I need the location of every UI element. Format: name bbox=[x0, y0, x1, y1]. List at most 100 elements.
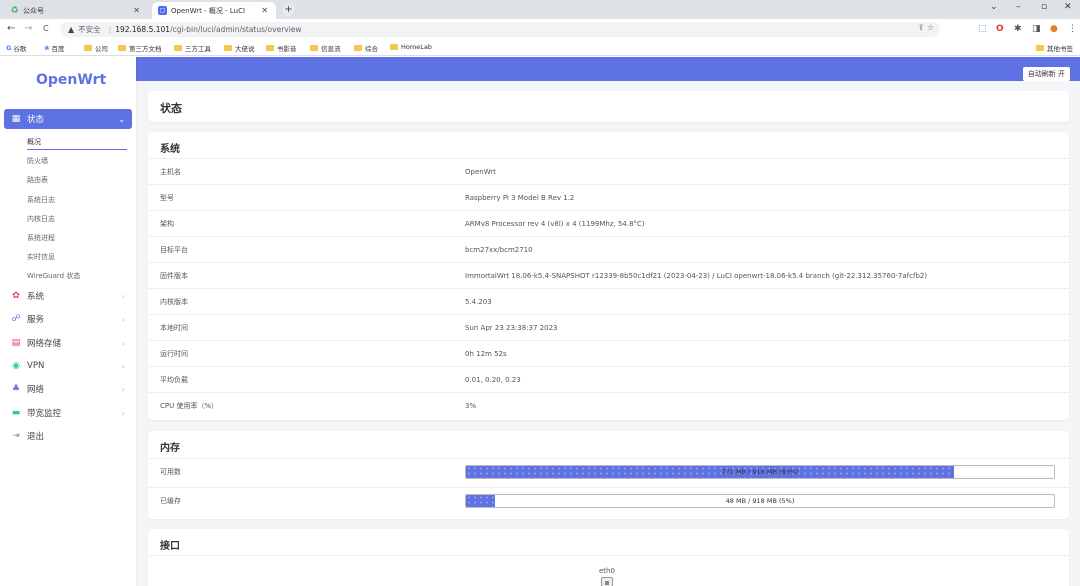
sidebar-subitem-routes[interactable]: 路由表 bbox=[27, 175, 48, 185]
bookmark-label: 综合 bbox=[365, 45, 378, 53]
bookmark-folder[interactable]: 大佬说 bbox=[224, 43, 255, 53]
row-key: 主机名 bbox=[160, 167, 181, 176]
new-tab-button[interactable]: + bbox=[282, 3, 295, 16]
bookmark-folder[interactable]: HomeLab bbox=[390, 43, 432, 51]
bookmark-folder[interactable]: 三方工具 bbox=[174, 43, 211, 53]
port-eth0[interactable]: eth0 bbox=[599, 567, 615, 586]
sidebar-item-logout[interactable]: ⇥ 退出 bbox=[4, 426, 132, 446]
network-icon: ♣ bbox=[11, 384, 21, 394]
sidebar-item-label: 网络 bbox=[27, 385, 45, 395]
services-icon: ☍ bbox=[11, 314, 21, 324]
extensions-icon[interactable]: ✱ bbox=[1014, 24, 1022, 34]
page-title-card: 状态 bbox=[148, 91, 1069, 122]
sidebar-subitem-processes[interactable]: 系统进程 bbox=[27, 233, 55, 243]
sidebar-item-label: 服务 bbox=[27, 315, 45, 325]
bookmark-folder[interactable]: 信息流 bbox=[310, 43, 341, 53]
chevron-right-icon: › bbox=[121, 408, 125, 418]
sidebar-item-vpn[interactable]: ◉ VPN › bbox=[4, 356, 132, 376]
sidebar-item-label: 带宽监控 bbox=[27, 409, 62, 419]
baidu-icon: ❀ bbox=[44, 44, 50, 52]
sidebar-item-status[interactable]: ▦ 状态 ⌄ bbox=[4, 109, 132, 129]
browser-tab-wechat[interactable]: ♻ 公众号 ✕ bbox=[4, 2, 148, 19]
reload-icon[interactable]: C bbox=[43, 24, 49, 33]
chevron-right-icon: › bbox=[121, 291, 125, 301]
browser-tab-bar: ♻ 公众号 ✕ ▢ OpenWrt - 概况 - LuCI ✕ + ⌄ – ▫ … bbox=[0, 0, 1080, 19]
gear-icon: ✿ bbox=[12, 291, 20, 301]
translate-icon[interactable]: ⬚ bbox=[978, 24, 987, 34]
bookmark-folder[interactable]: 公司 bbox=[84, 43, 108, 53]
bookmark-baidu[interactable]: ❀ 百度 bbox=[44, 43, 64, 53]
sidebar-item-bandwidth[interactable]: ▬ 带宽监控 › bbox=[4, 403, 132, 423]
bookmark-folder[interactable]: 书影音 bbox=[266, 43, 297, 53]
table-row: CPU 使用率（%） 3% bbox=[148, 392, 1069, 418]
sidebar-subitem-wireguard[interactable]: WireGuard 状态 bbox=[27, 271, 80, 281]
row-key: 平均负载 bbox=[160, 375, 188, 384]
bookmark-label: 谷歌 bbox=[13, 45, 27, 53]
table-row: 主机名 OpenWrt bbox=[148, 158, 1069, 184]
folder-icon bbox=[266, 45, 274, 51]
url-input[interactable]: ▲ 不安全 | 192.168.5.101 /cgi-bin/luci/admi… bbox=[60, 22, 940, 37]
progress-label: 48 MB / 918 MB (5%) bbox=[725, 497, 795, 505]
back-icon[interactable]: ← bbox=[7, 23, 15, 34]
openwrt-logo[interactable]: OpenWrt bbox=[36, 72, 106, 88]
storage-icon: ▤ bbox=[11, 338, 21, 348]
row-value: Sun Apr 23 23:38:37 2023 bbox=[465, 323, 558, 332]
active-underline bbox=[27, 149, 127, 150]
share-star-icons[interactable]: ⇪ ☆ bbox=[918, 23, 934, 32]
bookmark-label: 大佬说 bbox=[235, 45, 255, 53]
sidebar-item-services[interactable]: ☍ 服务 › bbox=[4, 309, 132, 329]
top-header: 自动刷新 开 bbox=[136, 57, 1080, 81]
folder-icon bbox=[390, 44, 398, 50]
menu-icon[interactable]: ⋮ bbox=[1068, 24, 1077, 34]
sidebar-item-system[interactable]: ✿ 系统 › bbox=[4, 286, 132, 306]
bookmark-folder[interactable]: 综合 bbox=[354, 43, 378, 53]
forward-icon[interactable]: → bbox=[24, 23, 32, 34]
browser-tab-openwrt[interactable]: ▢ OpenWrt - 概况 - LuCI ✕ bbox=[152, 2, 276, 19]
row-value: 0.01, 0.20, 0.23 bbox=[465, 375, 521, 384]
progress-label: 771 MB / 918 MB (83%) bbox=[721, 468, 799, 476]
table-row: 目标平台 bcm27xx/bcm2710 bbox=[148, 236, 1069, 262]
minimize-icon[interactable]: – bbox=[1016, 2, 1021, 12]
bookmark-other[interactable]: 其他书签 bbox=[1036, 43, 1073, 53]
table-row: 内核版本 5.4.203 bbox=[148, 288, 1069, 314]
wechat-icon: ♻ bbox=[10, 5, 19, 16]
warning-icon: ▲ bbox=[68, 25, 75, 34]
profile-icon[interactable]: ● bbox=[1050, 24, 1058, 34]
bookmark-label: 公司 bbox=[95, 45, 108, 53]
row-value: bcm27xx/bcm2710 bbox=[465, 245, 533, 254]
ethernet-port-icon bbox=[600, 577, 613, 586]
row-value: 0h 12m 52s bbox=[465, 349, 507, 358]
page-title: 状态 bbox=[160, 102, 182, 115]
url-host: 192.168.5.101 bbox=[115, 25, 171, 34]
sidebar-item-nas[interactable]: ▤ 网络存储 › bbox=[4, 333, 132, 353]
auto-refresh-button[interactable]: 自动刷新 开 bbox=[1022, 67, 1070, 81]
row-value: ImmortalWrt 18.06-k5.4-SNAPSHOT r12339-8… bbox=[465, 271, 928, 280]
sidebar-item-label: 退出 bbox=[27, 432, 45, 442]
progress-bar: 48 MB / 918 MB (5%) bbox=[465, 494, 1055, 508]
sidepanel-icon[interactable]: ◨ bbox=[1032, 24, 1041, 34]
sidebar-item-network[interactable]: ♣ 网络 › bbox=[4, 379, 132, 399]
sidebar: OpenWrt ▦ 状态 ⌄ 概况 防火墙 路由表 系统日志 内核日志 系统进程… bbox=[0, 57, 136, 586]
chevron-right-icon: › bbox=[121, 314, 125, 324]
row-value: OpenWrt bbox=[465, 167, 496, 176]
bookmark-folder[interactable]: 第三方文档 bbox=[118, 43, 162, 53]
opera-icon[interactable]: O bbox=[996, 24, 1004, 34]
window-close-icon[interactable]: ✕ bbox=[1064, 2, 1072, 12]
bookmark-google[interactable]: G 谷歌 bbox=[6, 43, 26, 53]
sidebar-subitem-overview[interactable]: 概况 bbox=[27, 137, 41, 147]
luci-icon: ▢ bbox=[158, 6, 167, 15]
close-icon[interactable]: ✕ bbox=[133, 6, 140, 15]
row-key: CPU 使用率（%） bbox=[160, 401, 219, 410]
folder-icon bbox=[310, 45, 318, 51]
close-icon[interactable]: ✕ bbox=[261, 6, 268, 15]
restore-icon[interactable]: ▫ bbox=[1041, 2, 1047, 12]
row-key: 运行时间 bbox=[160, 349, 188, 358]
table-row: 可用数 771 MB / 918 MB (83%) bbox=[148, 458, 1069, 484]
tab-title: OpenWrt - 概况 - LuCI bbox=[171, 6, 246, 15]
sidebar-subitem-firewall[interactable]: 防火墙 bbox=[27, 156, 48, 166]
progress-bar: 771 MB / 918 MB (83%) bbox=[465, 465, 1055, 479]
sidebar-subitem-realtime[interactable]: 实时信息 bbox=[27, 252, 55, 262]
tab-search-icon[interactable]: ⌄ bbox=[990, 2, 998, 12]
sidebar-subitem-syslog[interactable]: 系统日志 bbox=[27, 195, 55, 205]
sidebar-subitem-kernellog[interactable]: 内核日志 bbox=[27, 214, 55, 224]
